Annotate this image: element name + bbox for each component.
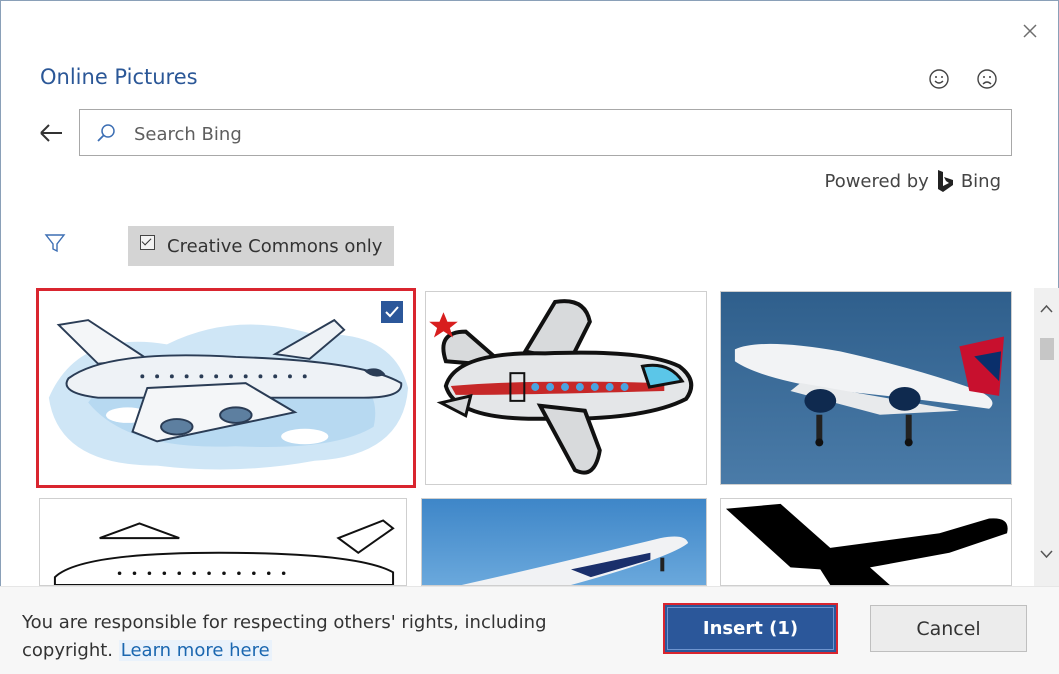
smiley-icon[interactable] bbox=[928, 68, 950, 90]
search-icon bbox=[97, 124, 115, 142]
bing-brand-label: Bing bbox=[960, 170, 1001, 192]
frown-icon[interactable] bbox=[976, 68, 998, 90]
insert-button[interactable]: Insert (1) bbox=[663, 603, 838, 654]
results-grid bbox=[36, 288, 1016, 586]
selected-check-icon[interactable] bbox=[381, 301, 403, 323]
airplane-silhouette bbox=[721, 499, 1011, 585]
result-tile[interactable] bbox=[425, 291, 707, 485]
creative-commons-toggle[interactable]: Creative Commons only bbox=[128, 226, 394, 266]
learn-more-link[interactable]: Learn more here bbox=[118, 640, 272, 661]
filter-icon[interactable] bbox=[44, 232, 66, 254]
back-arrow-icon[interactable] bbox=[38, 121, 64, 145]
result-tile[interactable] bbox=[720, 498, 1012, 586]
creative-commons-checkbox[interactable] bbox=[140, 234, 155, 250]
airplane-image bbox=[40, 499, 406, 585]
airplane-image bbox=[39, 291, 413, 485]
cancel-button[interactable]: Cancel bbox=[870, 605, 1027, 652]
search-box[interactable] bbox=[79, 109, 1012, 156]
bing-logo-icon bbox=[937, 170, 953, 192]
results-scrollbar[interactable] bbox=[1034, 288, 1059, 586]
airplane-image bbox=[426, 292, 706, 484]
rights-notice: You are responsible for respecting other… bbox=[22, 609, 622, 665]
result-tile[interactable] bbox=[36, 288, 416, 488]
airplane-photo bbox=[422, 499, 706, 585]
result-tile[interactable] bbox=[39, 498, 407, 586]
creative-commons-label: Creative Commons only bbox=[167, 235, 383, 257]
close-icon[interactable] bbox=[1019, 20, 1041, 42]
dialog-title: Online Pictures bbox=[40, 65, 198, 89]
rights-notice-text: You are responsible for respecting other… bbox=[22, 612, 547, 661]
scroll-thumb[interactable] bbox=[1040, 338, 1054, 360]
scroll-up-icon[interactable] bbox=[1039, 302, 1054, 317]
scroll-down-icon[interactable] bbox=[1039, 546, 1054, 561]
result-tile[interactable] bbox=[421, 498, 707, 586]
airplane-photo bbox=[721, 292, 1011, 484]
powered-by: Powered by Bing bbox=[824, 169, 1001, 193]
dialog-footer: You are responsible for respecting other… bbox=[0, 586, 1059, 674]
search-input[interactable] bbox=[132, 118, 996, 150]
result-tile[interactable] bbox=[720, 291, 1012, 485]
powered-by-label: Powered by bbox=[824, 170, 929, 192]
